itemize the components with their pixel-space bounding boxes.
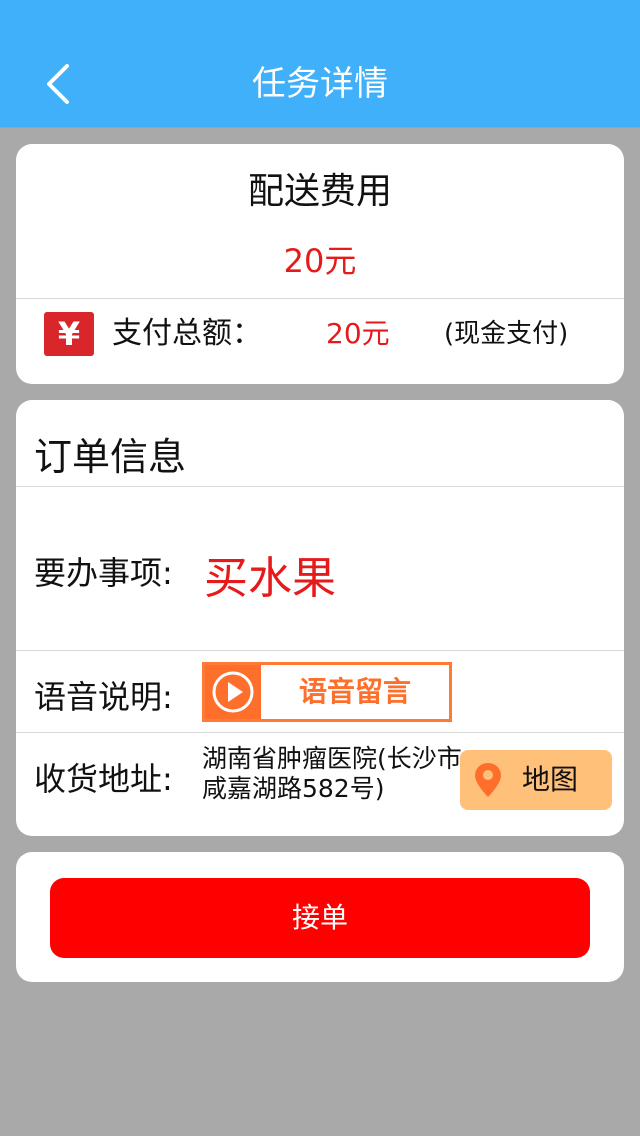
todo-label: 要办事项: [34, 554, 173, 592]
total-label: 支付总额： [112, 316, 262, 351]
action-card: 接单 [16, 852, 624, 982]
address-value: 湖南省肿瘤医院(长沙市咸嘉湖路582号) [202, 744, 462, 803]
fee-amount: 20元 [283, 242, 357, 280]
fee-title: 配送费用 [247, 171, 392, 212]
back-button[interactable] [28, 54, 88, 114]
voice-message-button[interactable]: 语音留言 [202, 662, 452, 722]
total-amount: 20元 [326, 317, 390, 350]
page-title: 任务详情 [252, 64, 388, 104]
yen-icon: ¥ [44, 312, 94, 356]
fee-card: 配送费用 20元 ¥ 支付总额： 20元 (现金支付) [16, 144, 624, 384]
order-section-title: 订单信息 [34, 435, 187, 479]
todo-value: 买水果 [204, 553, 336, 604]
chevron-left-icon [47, 64, 69, 104]
play-icon-area [205, 665, 261, 719]
divider [16, 732, 624, 733]
voice-message-label: 语音留言 [298, 675, 411, 708]
divider [16, 650, 624, 651]
payment-method: (现金支付) [444, 319, 569, 349]
location-pin-icon [475, 763, 501, 797]
divider [16, 298, 624, 299]
divider [16, 486, 624, 487]
order-card: 订单信息 要办事项: 买水果 语音说明: 语音留言 收货地址: 湖南省肿瘤医院(… [16, 400, 624, 836]
map-button[interactable]: 地图 [460, 750, 612, 810]
accept-order-button[interactable]: 接单 [50, 878, 590, 958]
map-button-label: 地图 [522, 763, 579, 796]
status-bar [0, 0, 640, 40]
address-label: 收货地址: [34, 760, 173, 798]
play-icon [212, 671, 254, 713]
voice-label: 语音说明: [34, 678, 173, 716]
nav-bar: 任务详情 [0, 40, 640, 128]
